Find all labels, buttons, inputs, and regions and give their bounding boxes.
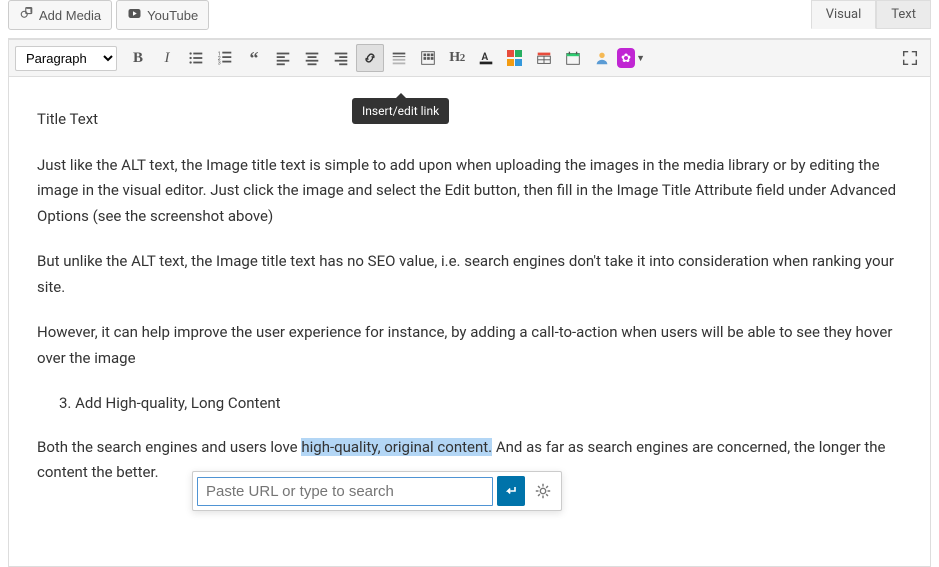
bullet-list-button[interactable] bbox=[182, 44, 210, 72]
media-icon bbox=[19, 6, 34, 24]
align-right-button[interactable] bbox=[327, 44, 355, 72]
insert-table-button[interactable] bbox=[530, 44, 558, 72]
enter-icon bbox=[503, 483, 519, 499]
text-color-button[interactable]: A bbox=[472, 44, 500, 72]
gear-icon bbox=[534, 482, 552, 500]
svg-text:3: 3 bbox=[218, 60, 221, 66]
add-media-label: Add Media bbox=[39, 8, 101, 23]
fullscreen-button[interactable] bbox=[896, 44, 924, 72]
format-select[interactable]: Paragraph bbox=[15, 46, 117, 71]
align-center-button[interactable] bbox=[298, 44, 326, 72]
link-popup bbox=[192, 471, 562, 511]
toolbar-toggle-button[interactable] bbox=[414, 44, 442, 72]
bold-button[interactable]: B bbox=[124, 44, 152, 72]
link-url-input[interactable] bbox=[197, 477, 493, 506]
ordered-list-item: 3. Add High-quality, Long Content bbox=[59, 391, 902, 417]
youtube-button[interactable]: YouTube bbox=[116, 0, 209, 30]
paragraph-1: Just like the ALT text, the Image title … bbox=[37, 153, 902, 230]
tab-visual[interactable]: Visual bbox=[811, 0, 877, 29]
selected-text: high-quality, original content. bbox=[301, 438, 492, 456]
chevron-down-icon: ▼ bbox=[636, 53, 645, 64]
link-apply-button[interactable] bbox=[497, 476, 525, 506]
blockquote-button[interactable]: “ bbox=[240, 44, 268, 72]
grid-icon bbox=[507, 50, 523, 66]
editor-toolbar: Paragraph B I 123 “ H2 A ✿ ▼ bbox=[9, 39, 930, 77]
link-tooltip: Insert/edit link bbox=[352, 98, 449, 124]
calendar-button[interactable] bbox=[559, 44, 587, 72]
svg-text:A: A bbox=[482, 52, 489, 63]
numbered-list-button[interactable]: 123 bbox=[211, 44, 239, 72]
align-left-button[interactable] bbox=[269, 44, 297, 72]
link-button[interactable] bbox=[356, 44, 384, 72]
colored-grid-button[interactable] bbox=[501, 44, 529, 72]
gear-badge-icon: ✿ bbox=[617, 48, 635, 68]
heading2-button[interactable]: H2 bbox=[443, 44, 471, 72]
plugin-button[interactable]: ✿ ▼ bbox=[617, 44, 645, 72]
tab-text[interactable]: Text bbox=[876, 0, 931, 29]
paragraph-3: However, it can help improve the user ex… bbox=[37, 320, 902, 371]
more-button[interactable] bbox=[385, 44, 413, 72]
paragraph-2: But unlike the ALT text, the Image title… bbox=[37, 249, 902, 300]
italic-button[interactable]: I bbox=[153, 44, 181, 72]
user-button[interactable] bbox=[588, 44, 616, 72]
youtube-icon bbox=[127, 6, 142, 24]
link-settings-button[interactable] bbox=[529, 476, 557, 506]
youtube-label: YouTube bbox=[147, 8, 198, 23]
add-media-button[interactable]: Add Media bbox=[8, 0, 112, 30]
title-text: Title Text bbox=[37, 107, 902, 133]
